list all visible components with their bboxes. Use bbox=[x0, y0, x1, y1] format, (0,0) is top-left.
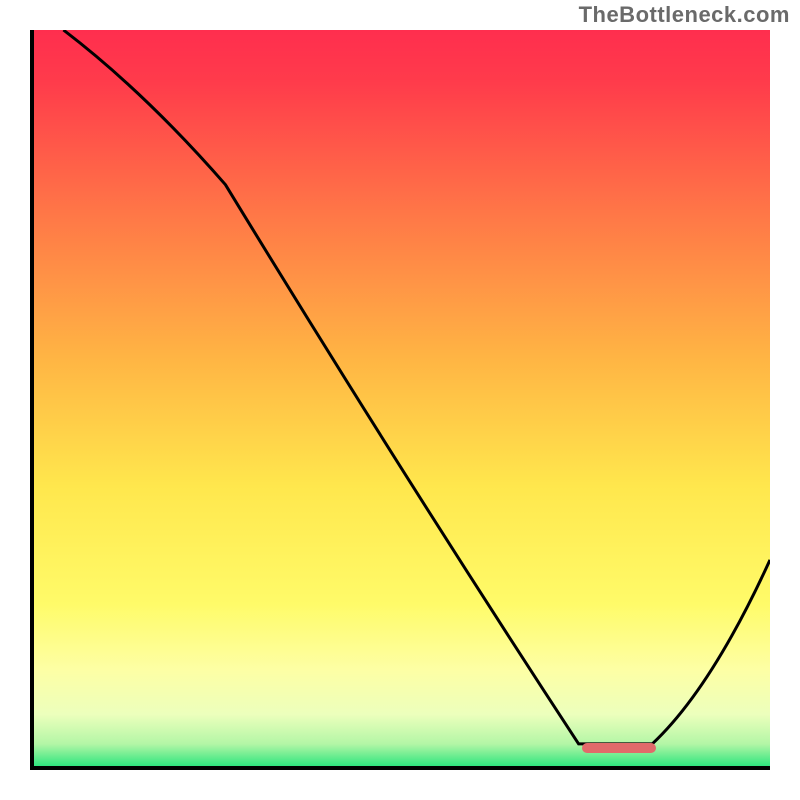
chart-curve bbox=[34, 30, 770, 766]
chart-plot-area bbox=[30, 30, 770, 770]
chart-optimal-marker bbox=[582, 743, 656, 753]
watermark-text: TheBottleneck.com bbox=[579, 2, 790, 28]
